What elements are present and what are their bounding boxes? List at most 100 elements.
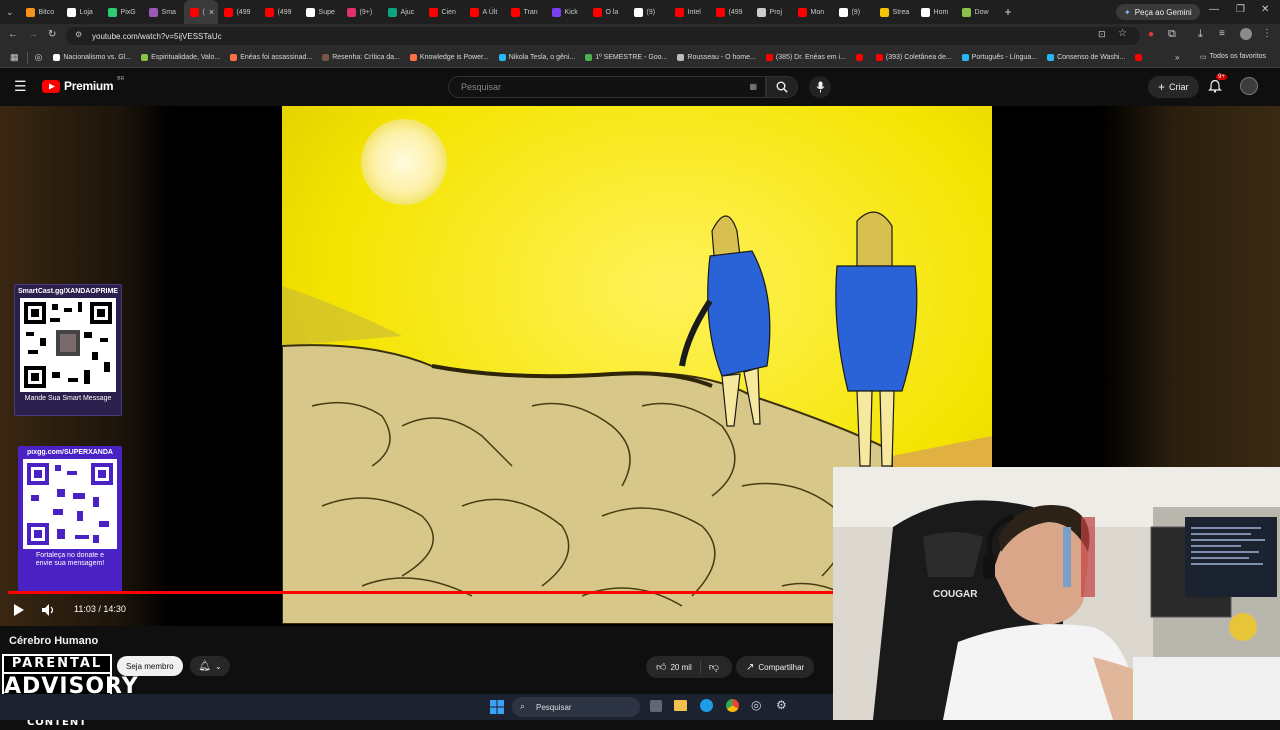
browser-tab[interactable]: O la xyxy=(587,0,628,24)
bookmark-item[interactable] xyxy=(1131,54,1149,61)
bookmark-globe-icon[interactable]: ◎ xyxy=(32,52,46,63)
browser-tab[interactable]: Hom xyxy=(915,0,956,24)
browser-tab[interactable]: Kick xyxy=(546,0,587,24)
browser-tab[interactable]: (9) xyxy=(628,0,669,24)
download-icon[interactable]: ⤓ xyxy=(1198,28,1203,41)
extensions-puzzle-icon[interactable]: ⧉ xyxy=(1168,28,1176,41)
file-explorer-icon[interactable] xyxy=(674,700,687,711)
media-control-icon[interactable]: ≡ xyxy=(1219,28,1225,39)
browser-tab[interactable]: (9+) xyxy=(341,0,382,24)
bookmark-item[interactable]: Nikola Tesla, o gêni... xyxy=(495,54,579,61)
bookmark-item[interactable]: Enéas foi assassinad... xyxy=(226,54,316,61)
smartcast-qr-card[interactable]: SmartCast.gg/XANDAOPRIME Mande Sua Smart… xyxy=(14,284,122,416)
browser-tab[interactable]: PixG xyxy=(102,0,143,24)
edge-icon[interactable] xyxy=(700,699,713,712)
more-bookmarks-icon[interactable]: » xyxy=(1175,53,1179,62)
close-window-icon[interactable]: ✕ xyxy=(1261,4,1269,15)
site-info-icon[interactable]: ⚙ xyxy=(75,30,82,39)
hamburger-menu-icon[interactable]: ☰ xyxy=(14,78,27,95)
chrome-icon[interactable] xyxy=(726,699,739,712)
reload-icon[interactable]: ↻ xyxy=(48,29,56,40)
address-bar[interactable]: ⚙ youtube.com/watch?v=5ijVESSTaUc ⊡ ☆ xyxy=(66,27,1140,45)
browser-tab[interactable]: Bitco xyxy=(20,0,61,24)
volume-icon[interactable] xyxy=(42,604,56,616)
bookmark-favicon-icon xyxy=(230,54,238,61)
browser-tab[interactable]: Tran xyxy=(505,0,546,24)
bookmark-item[interactable]: Nacionalismo vs. Gl... xyxy=(49,54,135,61)
tab-favicon-icon xyxy=(551,7,561,17)
browser-tab-strip: ⌄ Bitco Loja PixG Sma(× (499 (499 Supe (9+) Ajuc… xyxy=(0,0,1280,24)
tab-search-chevron-icon[interactable]: ⌄ xyxy=(0,7,20,18)
windows-start-icon[interactable] xyxy=(490,700,504,714)
browser-tab[interactable]: Supe xyxy=(300,0,341,24)
extension-icon[interactable]: ● xyxy=(1148,29,1154,40)
apps-grid-icon[interactable]: ▦ xyxy=(6,52,23,63)
search-input[interactable]: Pesquisar ▦ xyxy=(448,76,766,98)
taskbar-search[interactable]: ⌕ Pesquisar xyxy=(512,697,640,717)
task-view-icon[interactable] xyxy=(650,700,662,712)
browser-tab[interactable]: Cien xyxy=(423,0,464,24)
search-button[interactable] xyxy=(766,76,798,98)
browser-tab[interactable]: (9) xyxy=(833,0,874,24)
youtube-logo[interactable]: Premium BR xyxy=(42,76,124,93)
bookmark-item[interactable]: Espiritualidade, Valo... xyxy=(137,54,224,61)
bookmark-favicon-icon xyxy=(498,54,506,61)
browser-tab[interactable]: (× xyxy=(183,0,218,24)
like-button[interactable]: 👍︎ 20 mil xyxy=(646,661,701,673)
browser-tab[interactable]: (499 xyxy=(259,0,300,24)
browser-tab[interactable]: Ajuc xyxy=(382,0,423,24)
create-button[interactable]: + Criar xyxy=(1148,76,1199,98)
voice-search-button[interactable] xyxy=(809,76,831,98)
subscription-bell-button[interactable]: 🔔︎ ⌄ xyxy=(190,656,230,676)
install-app-icon[interactable]: ⊡ xyxy=(1098,29,1106,40)
bookmark-item[interactable]: Português - Língua... xyxy=(958,54,1041,61)
smartcast-caption: Mande Sua Smart Message xyxy=(24,395,112,402)
thumbs-down-icon[interactable]: 👎︎ xyxy=(701,661,727,673)
notifications-button[interactable]: 9+ xyxy=(1208,74,1227,98)
browser-menu-icon[interactable]: ⋮ xyxy=(1262,28,1272,39)
gemini-button[interactable]: ✦ Peça ao Gemini xyxy=(1116,4,1200,20)
minimize-icon[interactable]: — xyxy=(1209,4,1219,15)
maximize-icon[interactable]: ❐ xyxy=(1236,4,1245,15)
bookmark-item[interactable]: Knowledge is Power... xyxy=(406,54,493,61)
bookmark-item[interactable]: (385) Dr. Enéas em i... xyxy=(762,54,850,61)
close-tab-icon[interactable]: × xyxy=(209,7,214,17)
browser-tab[interactable]: Strea xyxy=(874,0,915,24)
browser-tab[interactable]: (499 xyxy=(218,0,259,24)
bookmark-favicon-icon xyxy=(409,54,417,61)
new-tab-button[interactable]: + xyxy=(997,5,1020,19)
settings-gear-icon[interactable]: ⚙ xyxy=(776,698,787,712)
bookmark-item[interactable] xyxy=(852,54,870,61)
bookmarks-bar: ▦ ◎ Nacionalismo vs. Gl... Espiritualidad… xyxy=(0,48,1280,68)
browser-tab[interactable]: Mon xyxy=(792,0,833,24)
bookmark-item[interactable]: (393) Coletânea de... xyxy=(872,54,956,61)
tab-label: A Últ xyxy=(482,8,498,16)
like-dislike-bar: 👍︎ 20 mil 👎︎ xyxy=(646,656,732,678)
bookmark-item[interactable]: Resenha: Crítica da... xyxy=(318,54,404,61)
youtube-play-logo-icon xyxy=(42,79,60,93)
browser-tab[interactable]: A Últ xyxy=(464,0,505,24)
forward-icon[interactable]: → xyxy=(28,29,38,40)
bookmark-item[interactable]: Consenso de Washi... xyxy=(1043,54,1129,61)
bookmark-item[interactable]: Rousseau - O home... xyxy=(673,54,759,61)
browser-tab[interactable]: Proj xyxy=(751,0,792,24)
browser-tab[interactable]: Dow xyxy=(956,0,997,24)
app-icon[interactable]: ◎ xyxy=(751,698,761,712)
play-icon[interactable] xyxy=(13,604,24,616)
profile-avatar[interactable] xyxy=(1240,28,1252,40)
all-favorites[interactable]: ▭ Todos os favoritos xyxy=(1200,53,1266,61)
bell-ring-icon: 🔔︎ xyxy=(198,660,211,672)
bookmark-star-icon[interactable]: ☆ xyxy=(1118,28,1127,39)
share-button[interactable]: ↗ Compartilhar xyxy=(736,656,815,678)
back-icon[interactable]: ← xyxy=(8,29,18,40)
browser-tab[interactable]: Sma xyxy=(143,0,184,24)
bookmark-label: Knowledge is Power... xyxy=(419,54,489,61)
account-avatar[interactable] xyxy=(1240,77,1258,95)
keyboard-icon[interactable]: ▦ xyxy=(749,82,757,91)
pixgg-qr-card[interactable]: pixgg.com/SUPERXANDA Fortaleça no donate… xyxy=(18,446,122,592)
join-membership-button[interactable]: Seja membro xyxy=(117,656,183,676)
browser-tab[interactable]: Loja xyxy=(61,0,102,24)
browser-tab[interactable]: (499 xyxy=(710,0,751,24)
bookmark-item[interactable]: 1º SEMESTRE - Goo... xyxy=(581,54,671,61)
browser-tab[interactable]: Intel xyxy=(669,0,710,24)
